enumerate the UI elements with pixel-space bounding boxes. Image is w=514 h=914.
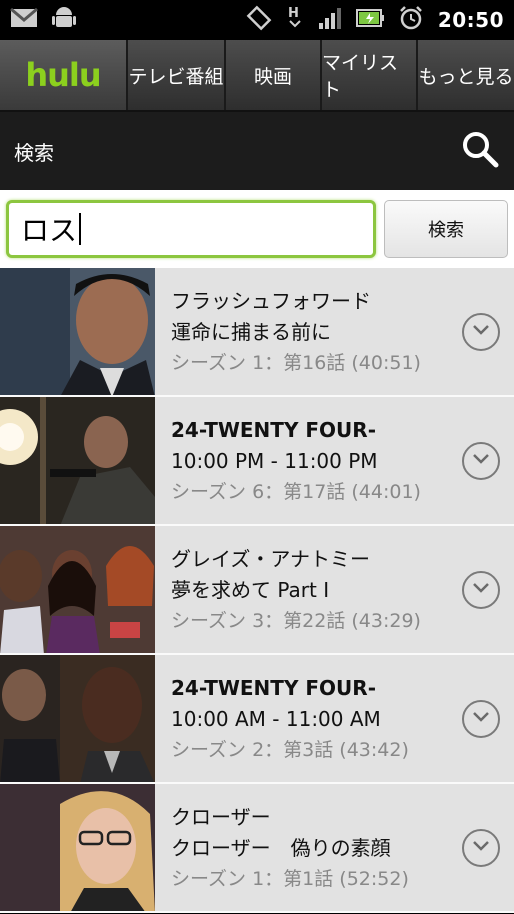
tab-label: もっと見る	[418, 65, 514, 88]
status-time: 20:50	[437, 8, 504, 32]
result-meta: シーズン 6：第17話 (44:01)	[171, 481, 421, 503]
thumbnail	[0, 397, 155, 524]
rotate-icon	[246, 5, 272, 35]
hulu-logo[interactable]: hulu	[0, 40, 128, 110]
expand-button[interactable]	[462, 312, 500, 351]
expand-button[interactable]	[462, 570, 500, 609]
alarm-icon	[398, 5, 424, 35]
thumbnail	[0, 655, 155, 782]
search-icon[interactable]	[460, 129, 500, 173]
chevron-down-icon	[471, 322, 491, 341]
result-text: 24-TWENTY FOUR- 10:00 AM - 11:00 AM シーズン…	[155, 655, 514, 782]
tab-label: マイリスト	[322, 52, 399, 101]
thumbnail	[0, 268, 155, 395]
tab-my-list[interactable]: マイリスト	[322, 40, 418, 110]
list-item[interactable]: クローザー クローザー 偽りの素顔 シーズン 1：第1話 (52:52)	[0, 784, 514, 913]
search-bar: ロス 検索	[0, 190, 514, 268]
gmail-icon	[10, 7, 38, 33]
search-input-value: ロス	[21, 214, 78, 247]
expand-button[interactable]	[462, 441, 500, 480]
svg-text:H: H	[288, 6, 299, 21]
status-bar: H 20:50	[0, 0, 514, 40]
tab-tv-shows[interactable]: テレビ番組	[128, 40, 226, 110]
result-text: クローザー クローザー 偽りの素顔 シーズン 1：第1話 (52:52)	[155, 784, 514, 911]
expand-button[interactable]	[462, 828, 500, 867]
battery-icon	[355, 7, 384, 33]
result-text: 24-TWENTY FOUR- 10:00 PM - 11:00 PM シーズン…	[155, 397, 514, 524]
search-button[interactable]: 検索	[384, 200, 508, 258]
search-button-label: 検索	[428, 220, 464, 241]
result-meta: シーズン 1：第16話 (40:51)	[171, 352, 421, 374]
result-title: 24-TWENTY FOUR-	[171, 676, 376, 700]
tab-more[interactable]: もっと見る	[418, 40, 514, 110]
search-header: 検索	[0, 112, 514, 190]
expand-button[interactable]	[462, 699, 500, 738]
result-text: フラッシュフォワード 運命に捕まる前に シーズン 1：第16話 (40:51)	[155, 268, 514, 395]
list-item[interactable]: グレイズ・アナトミー 夢を求めて Part I シーズン 3：第22話 (43:…	[0, 526, 514, 655]
android-icon	[52, 5, 76, 35]
tab-label: テレビ番組	[128, 65, 224, 88]
result-meta: シーズン 3：第22話 (43:29)	[171, 610, 421, 632]
result-meta: シーズン 1：第1話 (52:52)	[171, 868, 409, 890]
list-item[interactable]: 24-TWENTY FOUR- 10:00 AM - 11:00 AM シーズン…	[0, 655, 514, 784]
result-meta: シーズン 2：第3話 (43:42)	[171, 739, 409, 761]
result-title: クローザー	[171, 805, 271, 829]
page-title: 検索	[14, 140, 54, 165]
result-title: 24-TWENTY FOUR-	[171, 418, 376, 442]
results-list: フラッシュフォワード 運命に捕まる前に シーズン 1：第16話 (40:51) …	[0, 268, 514, 913]
nav-bar: hulu テレビ番組 映画 マイリスト もっと見る	[0, 40, 514, 112]
thumbnail	[0, 784, 155, 911]
list-item[interactable]: 24-TWENTY FOUR- 10:00 PM - 11:00 PM シーズン…	[0, 397, 514, 526]
chevron-down-icon	[471, 451, 491, 470]
result-title: グレイズ・アナトミー	[171, 547, 370, 571]
search-input[interactable]: ロス	[6, 200, 376, 258]
signal-h-icon: H	[286, 4, 304, 36]
chevron-down-icon	[471, 709, 491, 728]
result-title: フラッシュフォワード	[171, 289, 371, 313]
logo-text: hulu	[25, 56, 101, 94]
signal-bars-icon	[318, 6, 342, 34]
tab-label: 映画	[253, 65, 292, 88]
thumbnail	[0, 526, 155, 653]
result-text: グレイズ・アナトミー 夢を求めて Part I シーズン 3：第22話 (43:…	[155, 526, 514, 653]
chevron-down-icon	[471, 580, 491, 599]
list-item[interactable]: フラッシュフォワード 運命に捕まる前に シーズン 1：第16話 (40:51)	[0, 268, 514, 397]
text-caret	[79, 213, 82, 245]
tab-movies[interactable]: 映画	[226, 40, 322, 110]
chevron-down-icon	[471, 838, 491, 857]
